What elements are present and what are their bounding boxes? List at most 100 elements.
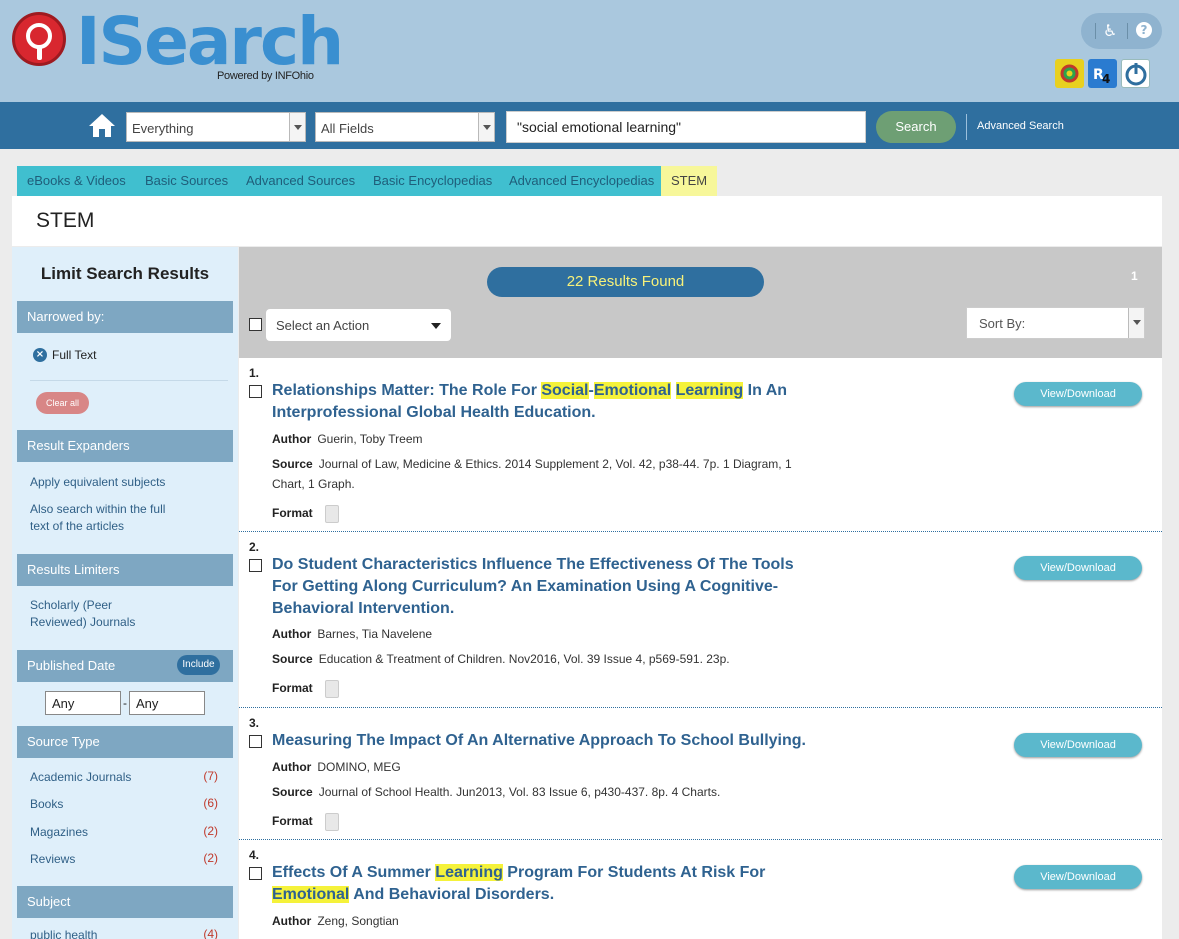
result-item: 3. Measuring The Impact Of An Alternativ… [239,708,1162,840]
tab-advanced-sources[interactable]: Advanced Sources [236,166,366,196]
sidebar: Limit Search Results Narrowed by: × Full… [12,247,238,939]
source-reviews[interactable]: Reviews [30,851,75,868]
result-item: 2. Do Student Characteristics Influence … [239,532,1162,708]
divider [966,114,967,140]
search-button[interactable]: Search [876,111,956,143]
tab-basic-encyclopedias[interactable]: Basic Encyclopedias [363,166,503,196]
toolbox-icon[interactable] [1055,59,1084,88]
results-found-badge: 22 Results Found [487,267,764,297]
document-icon [324,679,339,698]
utility-pill: ♿ ? [1081,13,1162,49]
view-download-button[interactable]: View/Download [1014,865,1142,889]
result-title[interactable]: Measuring The Impact Of An Alternative A… [272,730,832,752]
help-icon[interactable]: ? [1136,22,1152,38]
search-bar: Everything All Fields "social emotional … [0,102,1179,149]
include-toggle[interactable]: Include [177,655,220,675]
subject-public-health[interactable]: public health [30,927,97,939]
result-format: Format [272,678,802,698]
source-magazines[interactable]: Magazines [30,824,88,841]
view-download-button[interactable]: View/Download [1014,556,1142,580]
title-text: Effects Of A Summer [272,864,436,881]
results-list: 1. Relationships Matter: The Role For So… [239,358,1162,939]
result-author: Author DOMINO, MEG [272,760,401,774]
result-format: Format [272,503,802,523]
result-source: Source Journal of School Health. Jun2013,… [272,785,721,799]
source-count: (2) [203,851,218,865]
isearch-logo-icon[interactable] [12,12,66,66]
title-text: Program For Students At Risk For [502,864,766,881]
title-text: And Behavioral Disorders. [349,886,555,903]
result-number: 2. [249,540,260,554]
source-academic-journals[interactable]: Academic Journals [30,769,131,786]
r4s-icon[interactable]: R4 [1088,59,1117,88]
active-filter-label: Full Text [52,348,97,362]
result-format: Format [272,811,802,831]
result-item: 4. Effects Of A Summer Learning Program … [239,840,1162,939]
result-number: 1. [249,366,260,380]
source-count: (2) [203,824,218,838]
result-number: 4. [249,848,260,862]
tab-stem[interactable]: STEM [661,166,718,196]
remove-filter-icon[interactable]: × [33,348,47,362]
power-icon[interactable] [1121,59,1150,88]
subject-header[interactable]: Subject [17,886,233,918]
field-select[interactable]: All Fields [315,112,495,142]
document-icon [324,504,339,523]
tab-ebooks-videos[interactable]: eBooks & Videos [17,166,136,196]
header: ISearch Powered by INFOhio ♿ ? R4 [0,0,1179,102]
result-title[interactable]: Effects Of A Summer Learning Program For… [272,862,792,906]
date-separator: - [123,696,127,710]
clear-all-button[interactable]: Clear all [36,392,89,414]
result-title[interactable]: Do Student Characteristics Influence The… [272,554,802,620]
result-checkbox[interactable] [249,559,262,572]
view-download-button[interactable]: View/Download [1014,382,1142,406]
source-type-header[interactable]: Source Type [17,726,233,758]
result-checkbox[interactable] [249,735,262,748]
accessibility-icon[interactable]: ♿ [1103,21,1117,40]
title-text: Do Student Characteristics Influence The… [272,556,794,617]
tab-basic-sources[interactable]: Basic Sources [135,166,239,196]
scope-select[interactable]: Everything [126,112,306,142]
advanced-search-link[interactable]: Advanced Search [977,120,1064,132]
results-limiters-header[interactable]: Results Limiters [17,554,233,586]
sidebar-title: Limit Search Results [40,264,210,283]
home-icon[interactable] [88,112,116,138]
date-to-input[interactable]: Any [129,691,205,715]
source-count: (6) [203,796,218,810]
result-expanders-header[interactable]: Result Expanders [17,430,233,462]
svg-text:4: 4 [1102,72,1110,86]
limiter-peer-reviewed[interactable]: Scholarly (Peer Reviewed) Journals [30,597,140,631]
page-title-bar: STEM [12,196,1162,246]
sort-select[interactable]: Sort By: [966,307,1145,339]
page-number[interactable]: 1 [1131,269,1138,283]
result-author: Author Barnes, Tia Navelene [272,627,433,641]
source-count: (7) [203,769,218,783]
result-author: Author Zeng, Songtian [272,914,399,928]
source-books[interactable]: Books [30,796,63,813]
powered-by: Powered by INFOhio [217,70,314,82]
chevron-down-icon [1128,308,1144,338]
highlighted-term: Learning [675,382,744,399]
view-download-button[interactable]: View/Download [1014,733,1142,757]
search-input[interactable]: "social emotional learning" [506,111,866,143]
result-title[interactable]: Relationships Matter: The Role For Socia… [272,380,802,424]
expander-full-text[interactable]: Also search within the full text of the … [30,501,170,535]
narrowed-by-header: Narrowed by: [17,301,233,333]
highlighted-term: Learning [435,864,503,881]
document-icon [324,812,339,831]
tab-advanced-encyclopedias[interactable]: Advanced Encyclopedias [499,166,665,196]
select-all-checkbox[interactable] [249,318,262,331]
page-title: STEM [36,209,95,232]
result-checkbox[interactable] [249,867,262,880]
date-from-input[interactable]: Any [45,691,121,715]
action-select[interactable]: Select an Action [266,309,451,341]
expander-equivalent-subjects[interactable]: Apply equivalent subjects [30,474,165,491]
result-number: 3. [249,716,260,730]
highlighted-term: Social [541,382,589,399]
result-source: Source Journal of Law, Medicine & Ethics.… [272,457,792,491]
caret-down-icon [431,323,441,329]
result-checkbox[interactable] [249,385,262,398]
result-author: Author Guerin, Toby Treem [272,432,423,446]
result-item: 1. Relationships Matter: The Role For So… [239,358,1162,532]
divider [30,380,228,381]
